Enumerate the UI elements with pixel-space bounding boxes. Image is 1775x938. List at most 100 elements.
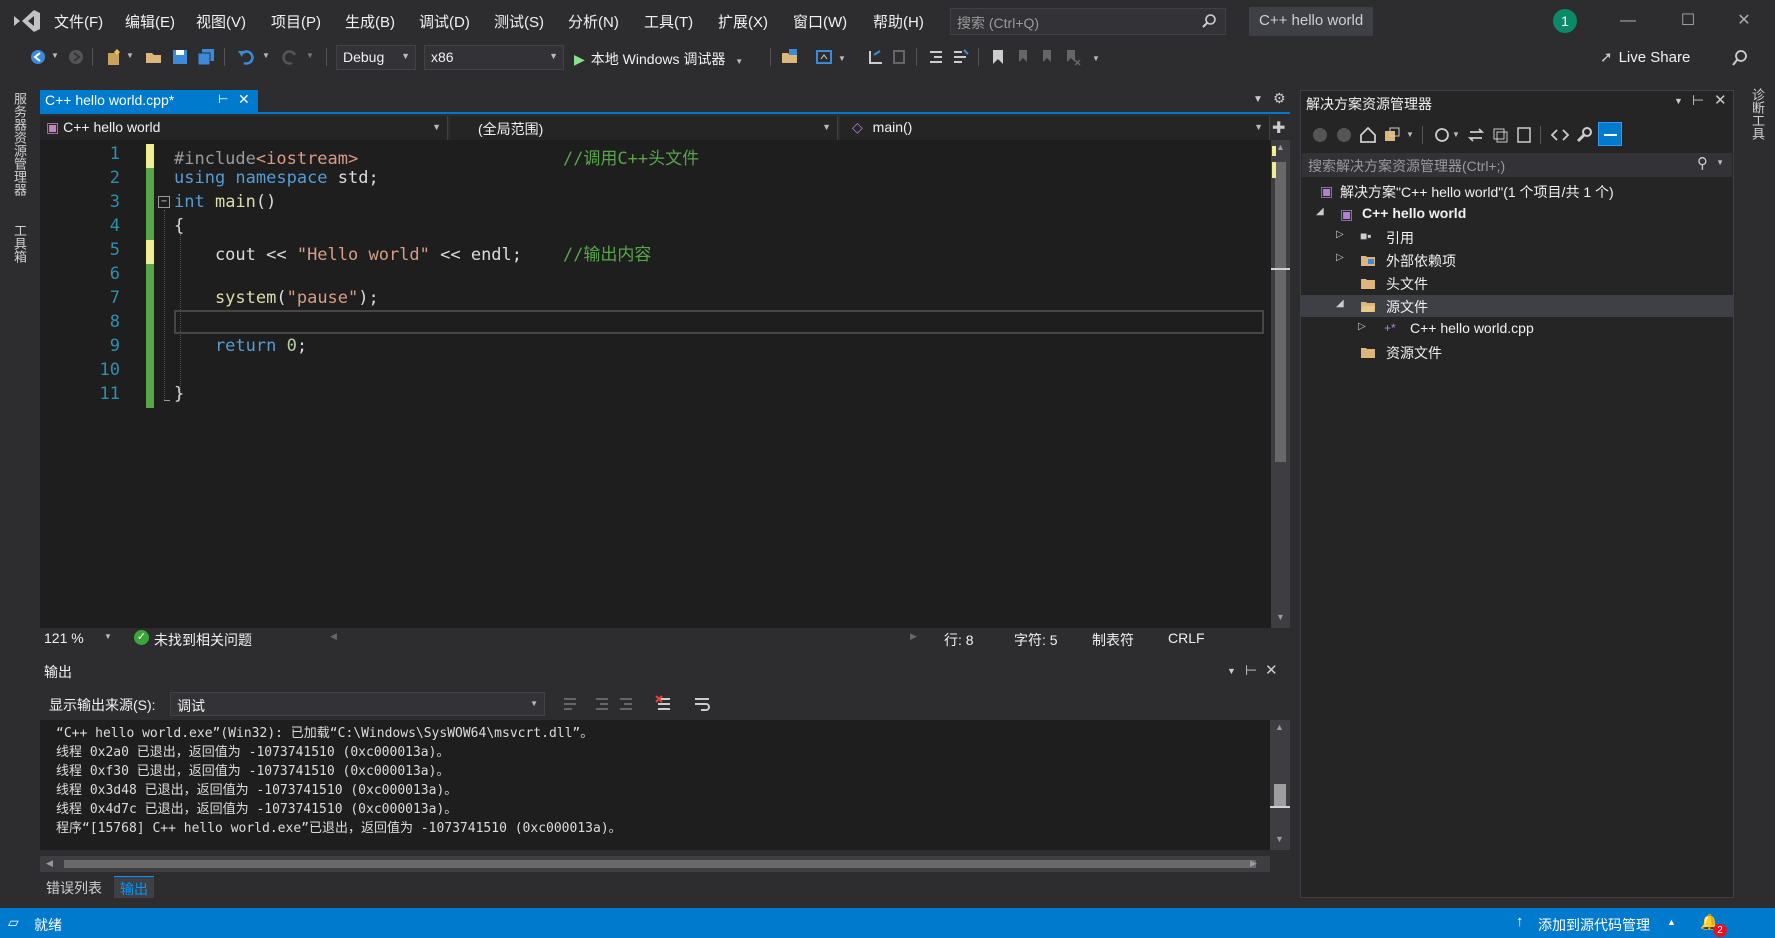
previous-message-icon[interactable] — [592, 694, 612, 714]
menu-help[interactable]: 帮助(H) — [873, 11, 924, 32]
tree-item-header-files[interactable]: 头文件 — [1300, 272, 1734, 294]
pin-icon[interactable]: ⊢ — [1692, 92, 1704, 109]
expanded-icon[interactable]: ◢ — [1336, 298, 1344, 309]
scroll-right-icon[interactable]: ▶ — [1250, 858, 1257, 869]
add-to-source-control-button[interactable]: 添加到源代码管理 — [1538, 915, 1650, 935]
member-nav-select[interactable]: ◇ main() ▼ — [840, 116, 1270, 140]
wrench-icon[interactable] — [1574, 125, 1594, 145]
scroll-down-icon[interactable]: ▼ — [1275, 834, 1284, 844]
diagnostic-tools-tab[interactable]: 诊断工具 — [1748, 88, 1767, 140]
panel-dropdown-icon[interactable]: ▼ — [1674, 96, 1683, 106]
close-panel-icon[interactable]: ✕ — [1265, 661, 1278, 679]
output-source-select[interactable]: 调试 ▼ — [170, 692, 545, 716]
chevron-down-icon[interactable]: ▼ — [1406, 130, 1414, 139]
clear-all-icon[interactable] — [654, 694, 674, 714]
view-code-icon[interactable] — [1550, 125, 1570, 145]
step-over-icon[interactable] — [890, 47, 910, 67]
menu-debug[interactable]: 调试(D) — [419, 11, 470, 32]
collapsed-icon[interactable]: ▷ — [1358, 321, 1366, 332]
char-indicator[interactable]: 字符: 5 — [1014, 630, 1058, 650]
tab-error-list[interactable]: 错误列表 — [40, 876, 108, 898]
output-text-area[interactable]: “C++ hello world.exe”(Win32): 已加载“C:\Win… — [40, 720, 1270, 850]
tab-output[interactable]: 输出 — [114, 876, 154, 898]
toolbar-overflow-icon[interactable]: ▼ — [1092, 54, 1100, 63]
output-vertical-scrollbar[interactable]: ▲ ▼ — [1270, 720, 1290, 850]
search-input[interactable]: 搜索 (Ctrl+Q) — [950, 8, 1226, 35]
collapse-icon[interactable]: − — [158, 196, 170, 208]
uncomment-lines-icon[interactable] — [950, 47, 970, 67]
menu-test[interactable]: 测试(S) — [494, 11, 544, 32]
output-horizontal-scrollbar[interactable]: ◀ ▶ — [40, 856, 1270, 872]
tree-item-project[interactable]: ◢ ▣ C++ hello world — [1300, 203, 1734, 225]
menu-tools[interactable]: 工具(T) — [644, 11, 693, 32]
solution-configuration-select[interactable]: Debug ▼ — [336, 45, 416, 70]
solution-folder-icon[interactable] — [780, 47, 800, 67]
sync-active-document-icon[interactable] — [1466, 125, 1486, 145]
tab-mode-indicator[interactable]: 制表符 — [1092, 630, 1134, 650]
live-share-button[interactable]: ➚ Live Share — [1600, 48, 1690, 66]
previous-bookmark-icon[interactable] — [1014, 47, 1034, 67]
next-bookmark-icon[interactable] — [1038, 47, 1058, 67]
find-message-icon[interactable] — [560, 694, 580, 714]
pin-icon[interactable]: ⊢ — [1245, 662, 1257, 679]
chevron-down-icon[interactable]: ▼ — [838, 54, 846, 63]
start-debugging-button[interactable]: ▶ 本地 Windows 调试器 ▼ — [574, 45, 743, 70]
chevron-down-icon[interactable]: ▼ — [1452, 130, 1460, 139]
project-nav-select[interactable]: ▣ C++ hello world ▼ — [40, 116, 448, 140]
preview-selected-items-button[interactable] — [1598, 122, 1622, 146]
next-message-icon[interactable] — [616, 694, 636, 714]
new-project-icon[interactable] — [104, 47, 124, 67]
expanded-icon[interactable]: ◢ — [1316, 206, 1324, 217]
gear-icon[interactable]: ⚙ — [1273, 90, 1286, 107]
comment-lines-icon[interactable] — [926, 47, 946, 67]
undo-icon[interactable] — [236, 47, 256, 67]
menu-file[interactable]: 文件(F) — [54, 11, 103, 32]
minimize-icon[interactable]: — — [1617, 10, 1639, 32]
tree-item-source-files[interactable]: ◢ 源文件 — [1300, 295, 1734, 317]
chevron-down-icon[interactable]: ▼ — [51, 51, 59, 60]
toggle-word-wrap-icon[interactable] — [692, 694, 712, 714]
avatar[interactable]: 1 — [1553, 9, 1577, 33]
redo-icon[interactable] — [280, 47, 300, 67]
scroll-left-icon[interactable]: ◀ — [46, 858, 53, 869]
chevron-down-icon[interactable]: ▼ — [126, 51, 134, 60]
pending-changes-filter-icon[interactable] — [1432, 125, 1452, 145]
step-into-icon[interactable] — [866, 47, 886, 67]
tab-list-dropdown-icon[interactable]: ▼ — [1253, 94, 1263, 105]
scrollbar-thumb[interactable] — [1274, 784, 1286, 806]
solution-platform-select[interactable]: x86 ▼ — [424, 45, 564, 70]
scrollbar-thumb[interactable] — [64, 860, 1256, 868]
toolbox-tab[interactable]: 工具箱 — [10, 224, 29, 263]
panel-dropdown-icon[interactable]: ▼ — [1227, 666, 1236, 676]
home-icon[interactable] — [1358, 125, 1378, 145]
pin-icon[interactable]: ⊢ — [218, 92, 228, 106]
scrollbar-thumb[interactable] — [1275, 162, 1286, 462]
solution-search-input[interactable]: 搜索解决方案资源管理器(Ctrl+;) ⚲ ▼ — [1302, 153, 1732, 177]
chevron-down-icon[interactable]: ▼ — [306, 51, 314, 60]
tree-item-external-dependencies[interactable]: ▷ 外部依赖项 — [1300, 249, 1734, 271]
editor-vertical-scrollbar[interactable]: ▲ ▼ — [1271, 140, 1290, 628]
clear-bookmarks-icon[interactable] — [1062, 47, 1082, 67]
chevron-up-icon[interactable]: ▲ — [1667, 917, 1676, 927]
collapsed-icon[interactable]: ▷ — [1336, 229, 1344, 240]
collapse-all-icon[interactable] — [1490, 125, 1510, 145]
switch-views-icon[interactable] — [1382, 125, 1402, 145]
split-editor-icon[interactable]: ✚ — [1272, 118, 1285, 138]
chevron-down-icon[interactable]: ▼ — [1716, 158, 1724, 167]
close-tab-icon[interactable]: ✕ — [238, 91, 250, 108]
menu-window[interactable]: 窗口(W) — [793, 11, 847, 32]
chevron-down-icon[interactable]: ▼ — [104, 632, 112, 641]
feedback-icon[interactable] — [1730, 48, 1750, 68]
collapsed-icon[interactable]: ▷ — [1336, 252, 1344, 263]
tree-item-references[interactable]: ▷ ■▪ 引用 — [1300, 226, 1734, 248]
tab-cpp-file[interactable]: C++ hello world.cpp* ⊢ ✕ — [40, 90, 258, 112]
scroll-up-icon[interactable]: ▲ — [1276, 142, 1285, 152]
server-explorer-tab[interactable]: 服务器资源管理器 — [10, 92, 29, 196]
menu-view[interactable]: 视图(V) — [196, 11, 246, 32]
bookmark-icon[interactable] — [988, 47, 1008, 67]
scroll-down-icon[interactable]: ▼ — [1276, 612, 1285, 622]
navigate-forward-icon[interactable] — [66, 47, 86, 67]
zoom-level[interactable]: 121 % — [44, 630, 84, 646]
menu-build[interactable]: 生成(B) — [345, 11, 395, 32]
forward-icon[interactable] — [1334, 125, 1354, 145]
